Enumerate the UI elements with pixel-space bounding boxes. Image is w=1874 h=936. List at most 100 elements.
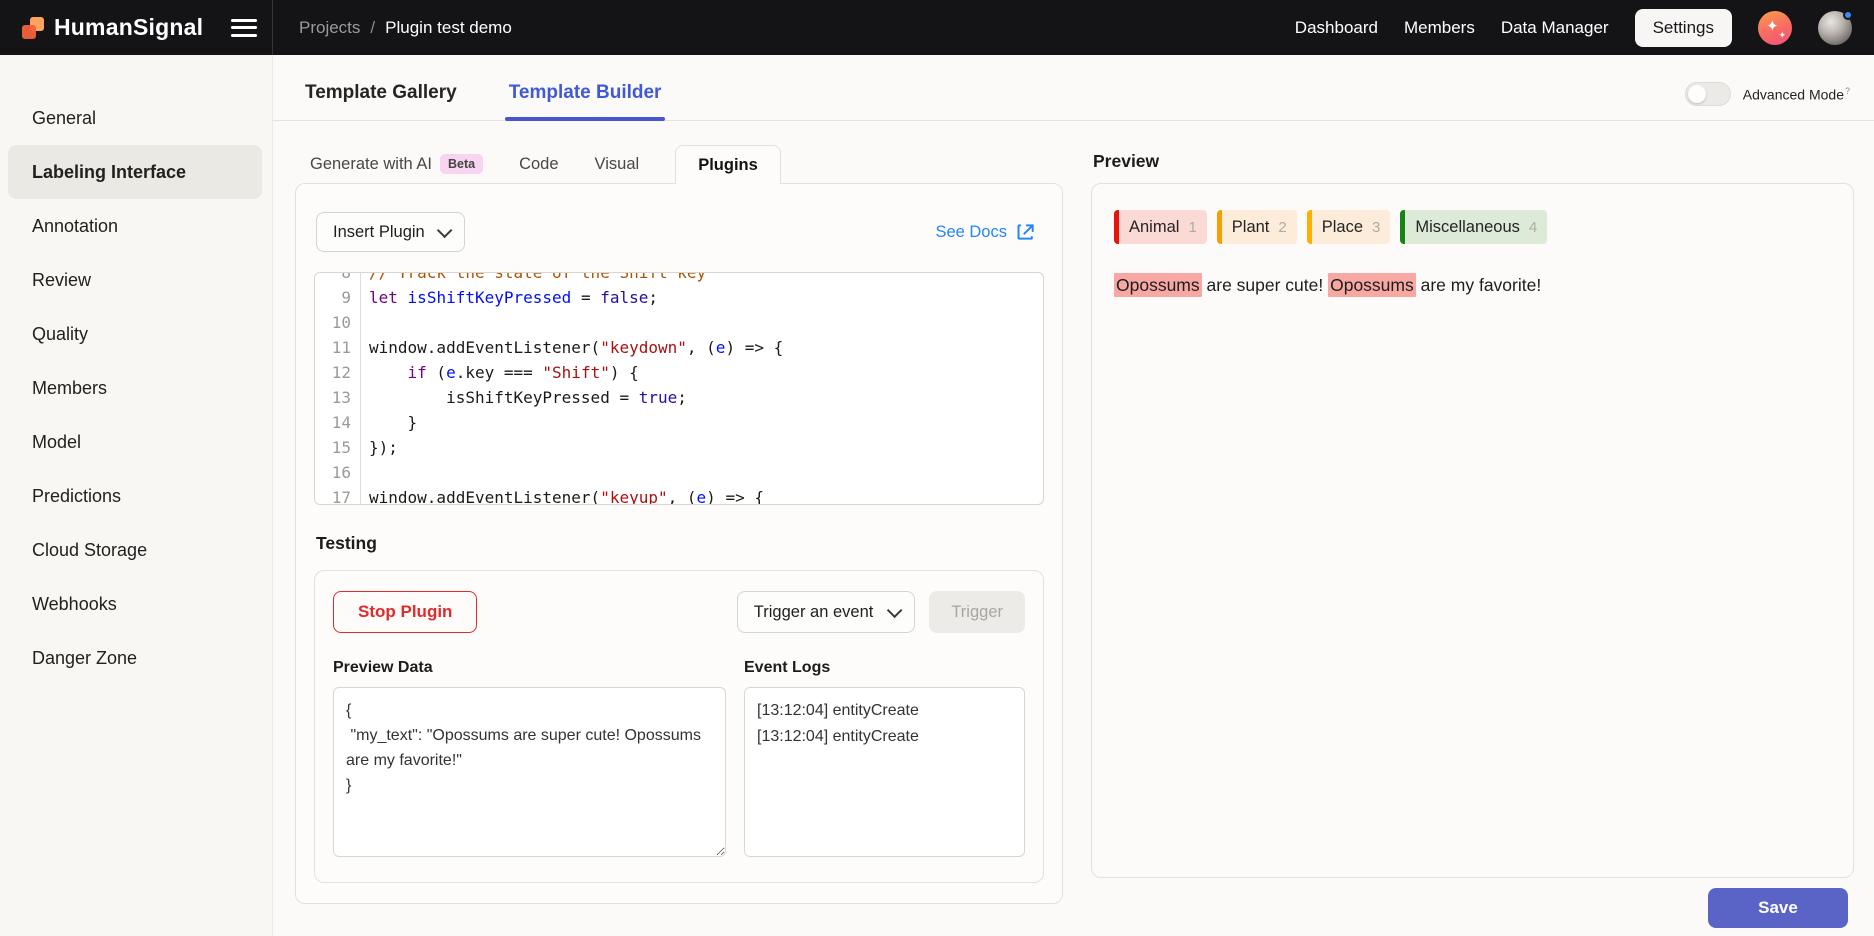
sidebar-item-webhooks[interactable]: Webhooks (8, 577, 262, 631)
see-docs-label: See Docs (935, 223, 1007, 242)
user-avatar[interactable] (1818, 11, 1852, 45)
template-tabs-row: Template Gallery Template Builder Advanc… (273, 55, 1874, 121)
label-text: Place (1312, 210, 1372, 244)
preview-data-label: Preview Data (333, 659, 726, 677)
label-hotkey: 1 (1188, 210, 1206, 244)
beta-badge: Beta (440, 154, 483, 174)
stop-plugin-button[interactable]: Stop Plugin (333, 591, 477, 633)
line-number: 16 (315, 460, 361, 485)
sidebar-item-predictions[interactable]: Predictions (8, 469, 262, 523)
sidebar-item-general[interactable]: General (8, 91, 262, 145)
code-line-content: window.addEventListener("keyup", (e) => … (361, 485, 764, 505)
insert-plugin-label: Insert Plugin (333, 223, 425, 242)
topbar: HumanSignal Projects / Plugin test demo … (0, 0, 1874, 55)
breadcrumb: Projects / Plugin test demo (273, 18, 512, 38)
sidebar-item-quality[interactable]: Quality (8, 307, 262, 361)
label-tag-animal[interactable]: Animal1 (1114, 210, 1207, 244)
line-number: 15 (315, 435, 361, 460)
code-line: 13 isShiftKeyPressed = true; (315, 385, 1043, 410)
code-line-content: // Track the state of the Shift key (361, 272, 706, 285)
settings-sidebar: GeneralLabeling InterfaceAnnotationRevie… (0, 55, 273, 936)
tab-template-builder[interactable]: Template Builder (505, 82, 666, 120)
testing-panel: Stop Plugin Trigger an event Trigger (314, 570, 1044, 883)
sidebar-item-danger-zone[interactable]: Danger Zone (8, 631, 262, 685)
topbar-brand-area: HumanSignal (0, 0, 273, 55)
sparkle-icon: ✦ (1778, 30, 1786, 41)
highlighted-region[interactable]: Opossums (1328, 273, 1416, 297)
tab-template-gallery[interactable]: Template Gallery (301, 82, 461, 120)
code-line: 8// Track the state of the Shift key (315, 272, 1043, 285)
label-hotkey: 3 (1372, 210, 1390, 244)
code-line-content: } (361, 410, 417, 435)
chevron-down-icon (887, 602, 903, 618)
ai-assistant-button[interactable]: ✦✦ (1758, 11, 1792, 45)
code-line-content: window.addEventListener("keydown", (e) =… (361, 335, 783, 360)
label-tag-plant[interactable]: Plant2 (1217, 210, 1297, 244)
label-tag-place[interactable]: Place3 (1307, 210, 1391, 244)
line-number: 14 (315, 410, 361, 435)
insert-plugin-dropdown[interactable]: Insert Plugin (316, 212, 465, 252)
sidebar-nav: GeneralLabeling InterfaceAnnotationRevie… (0, 91, 262, 685)
sidebar-item-model[interactable]: Model (8, 415, 262, 469)
preview-text: Opossums are super cute! Opossums are my… (1114, 272, 1831, 299)
help-icon: ? (1845, 86, 1850, 96)
subtab-plugins[interactable]: Plugins (675, 145, 781, 184)
hamburger-menu-icon[interactable] (231, 19, 257, 37)
trigger-button: Trigger (929, 591, 1025, 633)
chevron-down-icon (437, 222, 453, 238)
subtab-visual[interactable]: Visual (595, 145, 640, 183)
topbar-nav: Dashboard Members Data Manager Settings ✦✦ (1295, 9, 1874, 47)
settings-button[interactable]: Settings (1635, 9, 1732, 47)
notification-dot (1843, 10, 1853, 20)
topbar-link-dashboard[interactable]: Dashboard (1295, 18, 1378, 38)
toggle-knob (1688, 85, 1706, 103)
event-log-entry: [13:12:04] entityCreate (757, 698, 1012, 724)
external-link-icon (1016, 222, 1036, 242)
builder-subtabs: Generate with AI Beta Code Visual Plugin… (295, 145, 1063, 183)
label-hotkey: 4 (1529, 210, 1547, 244)
subtab-code[interactable]: Code (519, 145, 558, 183)
line-number: 11 (315, 335, 361, 360)
preview-labels: Animal1 Plant2 Place3 Miscellaneous4 (1114, 210, 1831, 244)
event-log-entry: [13:12:04] entityCreate (757, 724, 1012, 750)
subtab-generate-label: Generate with AI (310, 155, 432, 174)
see-docs-link[interactable]: See Docs (935, 222, 1042, 242)
advanced-mode-toggle[interactable] (1685, 82, 1731, 106)
label-text: Plant (1222, 210, 1279, 244)
sidebar-item-annotation[interactable]: Annotation (8, 199, 262, 253)
label-text: Animal (1119, 210, 1188, 244)
sidebar-item-members[interactable]: Members (8, 361, 262, 415)
code-editor-lines: 8// Track the state of the Shift key9let… (315, 272, 1043, 505)
sidebar-item-review[interactable]: Review (8, 253, 262, 307)
sidebar-item-labeling-interface[interactable]: Labeling Interface (8, 145, 262, 199)
text-segment: are my favorite! (1416, 275, 1541, 295)
sparkle-icon: ✦ (1766, 17, 1779, 35)
code-line: 11window.addEventListener("keydown", (e)… (315, 335, 1043, 360)
code-line: 12 if (e.key === "Shift") { (315, 360, 1043, 385)
line-number: 9 (315, 285, 361, 310)
preview-data-input[interactable]: { "my_text": "Opossums are super cute! O… (333, 687, 726, 857)
breadcrumb-projects[interactable]: Projects (299, 18, 360, 38)
preview-heading: Preview (1093, 151, 1854, 173)
topbar-link-data-manager[interactable]: Data Manager (1501, 18, 1609, 38)
line-number: 12 (315, 360, 361, 385)
code-editor[interactable]: 8// Track the state of the Shift key9let… (314, 272, 1044, 505)
code-line-content (361, 310, 369, 335)
trigger-event-select[interactable]: Trigger an event (737, 591, 916, 633)
testing-heading: Testing (316, 533, 1044, 554)
event-logs-label: Event Logs (744, 659, 1025, 677)
label-tag-miscellaneous[interactable]: Miscellaneous4 (1400, 210, 1547, 244)
line-number: 8 (315, 272, 361, 285)
save-button[interactable]: Save (1708, 888, 1848, 928)
line-number: 17 (315, 485, 361, 505)
breadcrumb-separator: / (370, 18, 375, 38)
humansignal-logo-icon (22, 17, 44, 39)
brand-name: HumanSignal (54, 14, 203, 41)
sidebar-item-cloud-storage[interactable]: Cloud Storage (8, 523, 262, 577)
subtab-generate-with-ai[interactable]: Generate with AI Beta (310, 145, 483, 183)
event-logs-list[interactable]: [13:12:04] entityCreate[13:12:04] entity… (744, 687, 1025, 857)
code-line-content: }); (361, 435, 398, 460)
topbar-link-members[interactable]: Members (1404, 18, 1475, 38)
text-segment: are super cute! (1202, 275, 1328, 295)
highlighted-region[interactable]: Opossums (1114, 273, 1202, 297)
